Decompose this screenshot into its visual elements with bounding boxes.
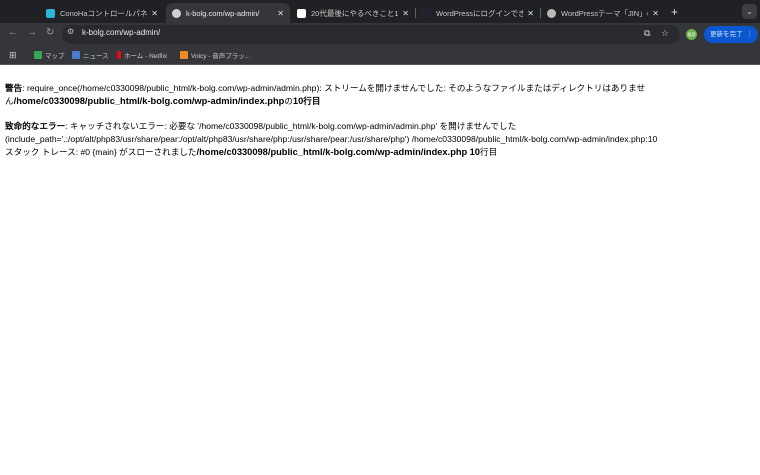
reload-icon[interactable]: ↻ xyxy=(46,27,54,38)
fatal-include-path: (include_path='.:/opt/alt/php83/usr/shar… xyxy=(5,134,658,144)
warning-line: 10 xyxy=(292,96,304,106)
bookmarks-bar: ⊞ マップ ニュース ホーム - Netflix Voicy - 音声プラッ..… xyxy=(0,45,760,65)
tab-search-button[interactable]: ⌄ xyxy=(742,4,757,19)
more-icon[interactable]: ⋮ xyxy=(747,26,754,43)
page-content: 警告: require_once(/home/c0330098/public_h… xyxy=(5,82,657,171)
tab-title: k-bolg.com/wp-admin/ xyxy=(186,8,260,18)
page-icon xyxy=(297,8,306,18)
tab-jin[interactable]: WordPressテーマ「JIN」のお問 ✕ xyxy=(541,3,665,23)
globe-icon xyxy=(547,8,556,18)
tab-title: 20代最後にやるべきこと12選！ xyxy=(311,8,399,18)
warning-text: : require_once(/home/c0330098/public_htm… xyxy=(22,83,646,93)
bookmark-label: Voicy - 音声プラッ... xyxy=(191,53,251,60)
close-icon[interactable]: ✕ xyxy=(402,9,409,18)
conoha-icon xyxy=(46,8,55,18)
tab-title: ConoHaコントロールパネル xyxy=(60,8,148,18)
update-label: 更新を完了 xyxy=(710,31,743,38)
warning-label: 警告 xyxy=(5,83,23,93)
fatal-suffix: 行目 xyxy=(479,147,498,157)
warning-path: /home/c0330098/public_html/k-bolg.com/wp… xyxy=(13,96,285,106)
browser-toolbar: ← → ↻ ⚙ k-bolg.com/wp-admin/ ⧉ ☆ 稲荷 更新を完… xyxy=(0,23,760,45)
bookmark-news[interactable]: ニュース xyxy=(72,50,109,60)
fatal-path: /home/c0330098/public_html/k-bolg.com/wp… xyxy=(196,147,468,157)
tab-login-help[interactable]: WordPressにログインできない ✕ xyxy=(416,3,540,23)
apps-icon[interactable]: ⊞ xyxy=(9,50,17,61)
fatal-error-message: 致命的なエラー: キャッチされないエラー: 必要な '/home/c033009… xyxy=(5,120,657,159)
fatal-line: 10 xyxy=(469,147,480,157)
warning-suffix-pre: の xyxy=(284,96,293,106)
fatal-label: 致命的なエラー xyxy=(5,121,66,131)
back-icon[interactable]: ← xyxy=(8,27,18,38)
news-icon xyxy=(72,51,80,59)
maps-icon xyxy=(34,51,42,59)
new-tab-button[interactable]: + xyxy=(671,5,678,19)
site-info-icon[interactable]: ⚙ xyxy=(67,27,74,36)
fatal-text: : キャッチされないエラー: 必要な '/home/c0330098/publi… xyxy=(65,121,517,131)
tab-strip: ConoHaコントロールパネル ✕ k-bolg.com/wp-admin/ ✕… xyxy=(0,0,760,23)
bookmark-label: マップ xyxy=(45,53,65,60)
bookmark-voicy[interactable]: Voicy - 音声プラッ... xyxy=(180,50,250,60)
forward-icon[interactable]: → xyxy=(27,27,37,38)
update-button[interactable]: 更新を完了 ⋮ xyxy=(704,26,758,43)
warning-text-cont: ん xyxy=(5,96,14,106)
avatar[interactable]: 稲荷 xyxy=(686,29,697,40)
warning-suffix: 行目 xyxy=(303,96,321,106)
tab-title: WordPressにログインできない xyxy=(436,8,524,18)
url-text[interactable]: k-bolg.com/wp-admin/ xyxy=(82,28,160,37)
close-icon[interactable]: ✕ xyxy=(277,9,284,18)
bookmark-star-icon[interactable]: ☆ xyxy=(661,28,669,39)
close-icon[interactable]: ✕ xyxy=(652,9,659,18)
bookmark-maps[interactable]: マップ xyxy=(34,50,65,60)
bird-icon xyxy=(422,8,431,18)
tab-title: WordPressテーマ「JIN」のお問 xyxy=(561,8,648,18)
voicy-icon xyxy=(180,51,188,59)
wordpress-icon xyxy=(172,8,181,18)
close-icon[interactable]: ✕ xyxy=(527,9,534,18)
translate-icon[interactable]: ⧉ xyxy=(644,28,650,39)
bookmark-label: ホーム - Netflix xyxy=(124,53,168,60)
warning-message: 警告: require_once(/home/c0330098/public_h… xyxy=(5,82,657,108)
netflix-icon xyxy=(117,51,121,59)
bookmark-label: ニュース xyxy=(83,53,109,60)
tab-conoha[interactable]: ConoHaコントロールパネル ✕ xyxy=(40,3,164,23)
tab-wp-admin[interactable]: k-bolg.com/wp-admin/ ✕ xyxy=(166,3,290,23)
close-icon[interactable]: ✕ xyxy=(151,9,158,18)
bookmark-netflix[interactable]: ホーム - Netflix xyxy=(117,50,167,60)
fatal-stack-trace: スタック トレース: #0 {main} がスローされました xyxy=(5,147,197,157)
tab-article[interactable]: 20代最後にやるべきこと12選！ ✕ xyxy=(291,3,415,23)
